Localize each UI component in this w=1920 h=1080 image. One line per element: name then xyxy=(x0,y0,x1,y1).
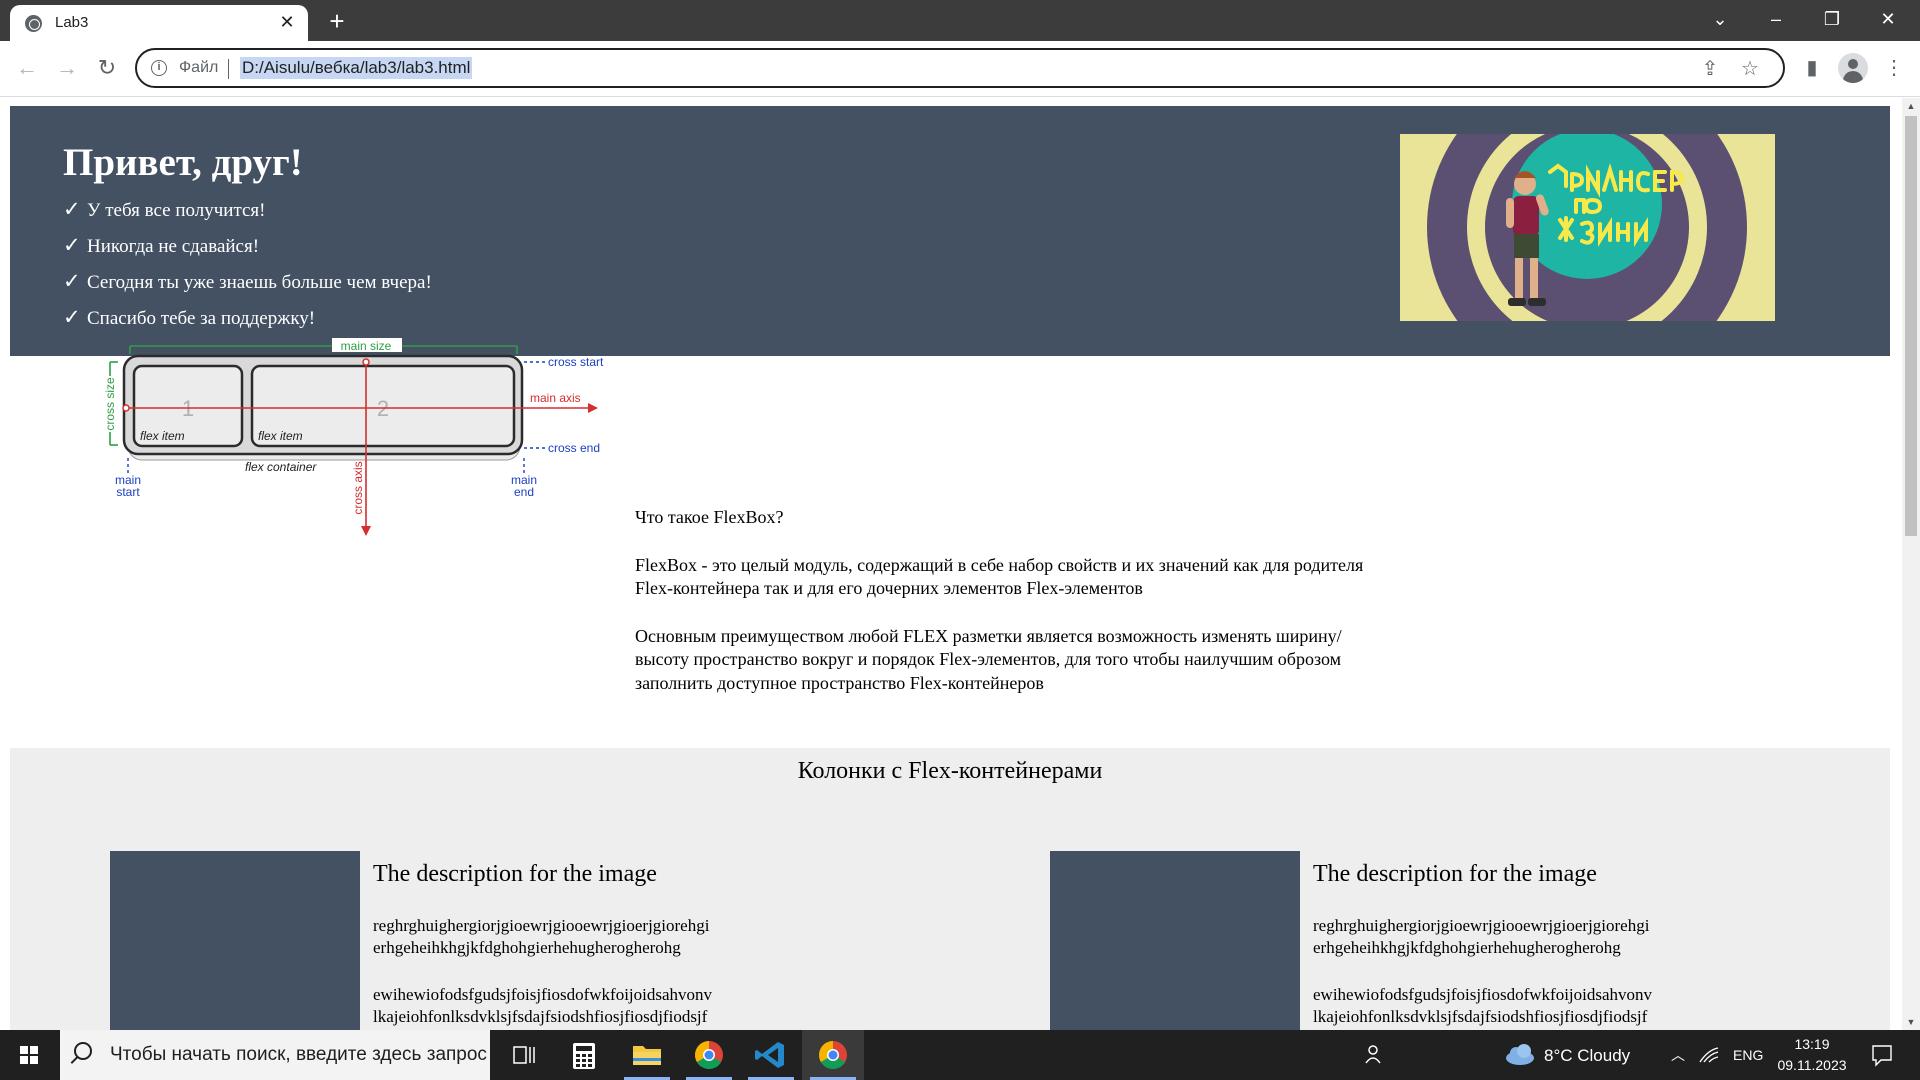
card-image xyxy=(110,851,360,1030)
flexbox-section: main size cross size 1 2 flex item flex … xyxy=(0,338,1890,748)
windows-start-icon[interactable] xyxy=(0,1030,58,1080)
chevron-up-icon[interactable]: ︿ xyxy=(1664,1030,1692,1080)
file-explorer-icon[interactable] xyxy=(616,1030,678,1080)
card-text: reghrghuighergiorjgioewrjgiooewrjgioerjg… xyxy=(373,916,710,957)
search-placeholder: Чтобы начать поиск, введите здесь запрос xyxy=(110,1044,487,1065)
column-card: The description for the image reghrghuig… xyxy=(1050,851,1902,1030)
separator xyxy=(228,59,229,79)
diagram-label: cross end xyxy=(548,441,600,455)
calculator-icon[interactable] xyxy=(556,1030,612,1080)
people-icon[interactable] xyxy=(1356,1030,1392,1080)
page-viewport: Привет, друг! ✓ У тебя все получится! ✓ Ни… xyxy=(0,98,1902,1030)
cloud-icon xyxy=(1500,1030,1542,1080)
globe-icon xyxy=(25,15,42,32)
notifications-icon[interactable] xyxy=(1862,1030,1902,1080)
diagram-label: cross start xyxy=(548,355,604,369)
hero-list-item: ✓ Никогда не сдавайся! xyxy=(63,233,260,257)
side-panel-icon[interactable]: ▮ xyxy=(1797,53,1827,83)
browser-toolbar: ← → ↻ i Файл D:/Aisulu/вебка/lab3/lab3.h… xyxy=(0,41,1920,97)
task-view-icon[interactable] xyxy=(496,1030,552,1080)
hero-banner-image xyxy=(1400,134,1775,321)
check-icon: ✓ xyxy=(63,233,81,257)
hero-section: Привет, друг! ✓ У тебя все получится! ✓ Ни… xyxy=(10,106,1890,356)
star-icon[interactable]: ☆ xyxy=(1737,56,1763,82)
diagram-label: main axis xyxy=(530,391,581,405)
reload-icon[interactable]: ↻ xyxy=(92,53,122,83)
weather-text[interactable]: 8°C Cloudy xyxy=(1544,1046,1630,1066)
vscode-icon[interactable] xyxy=(740,1030,802,1080)
card-text: ewihewiofodsfgudsjfoisjfiosdofwkfoijoids… xyxy=(373,985,713,1026)
flexbox-paragraph: FlexBox - это целый модуль, содержащий в… xyxy=(635,554,1364,599)
hero-list-item: ✓ У тебя все получится! xyxy=(63,197,266,221)
scroll-thumb[interactable] xyxy=(1905,116,1917,536)
hero-title: Привет, друг! xyxy=(63,141,303,184)
hero-list-item: ✓ Сегодня ты уже знаешь больше чем вчера! xyxy=(63,269,432,293)
card-heading: The description for the image xyxy=(1313,861,1597,887)
windows-taskbar: Чтобы начать поиск, введите здесь запрос… xyxy=(0,1030,1920,1080)
check-icon: ✓ xyxy=(63,305,81,329)
clock-date[interactable]: 09.11.2023 xyxy=(1776,1057,1848,1073)
card-text: reghrghuighergiorjgioewrjgiooewrjgioerjg… xyxy=(1313,916,1650,957)
back-icon[interactable]: ← xyxy=(12,53,42,83)
flexbox-diagram: main size cross size 1 2 flex item flex … xyxy=(102,338,604,536)
url-text[interactable]: D:/Aisulu/вебка/lab3/lab3.html xyxy=(240,57,473,79)
tab-title: Lab3 xyxy=(55,14,89,31)
flexbox-paragraph: Основным преимуществом любой FLEX размет… xyxy=(635,625,1342,693)
chrome-active-icon[interactable] xyxy=(802,1030,864,1080)
column-card: The description for the image reghrghuig… xyxy=(110,851,1010,1030)
svg-text:end: end xyxy=(514,485,534,499)
profile-icon[interactable] xyxy=(1838,53,1868,83)
search-icon xyxy=(74,1042,92,1060)
diagram-label: cross axis xyxy=(351,461,365,514)
card-text: ewihewiofodsfgudsjfoisjfiosdofwkfoijoids… xyxy=(1313,985,1653,1026)
scroll-down-icon[interactable]: ▼ xyxy=(1902,1014,1920,1030)
columns-title: Колонки с Flex-контейнерами xyxy=(797,758,1103,784)
chrome-icon[interactable] xyxy=(678,1030,740,1080)
forward-icon[interactable]: → xyxy=(52,53,82,83)
network-icon[interactable] xyxy=(1694,1030,1722,1080)
scroll-up-icon[interactable]: ▲ xyxy=(1902,98,1920,114)
card-image xyxy=(1050,851,1300,1030)
diagram-label: flex item xyxy=(140,429,185,443)
card-heading: The description for the image xyxy=(373,861,657,887)
language-indicator[interactable]: ENG xyxy=(1733,1047,1763,1063)
close-tab-icon[interactable]: ✕ xyxy=(276,11,298,33)
diagram-label: main size xyxy=(341,339,392,353)
tab-search-icon[interactable]: ⌄ xyxy=(1692,0,1748,41)
check-icon: ✓ xyxy=(63,269,81,293)
diagram-label: cross size xyxy=(103,377,117,431)
minimize-button[interactable]: – xyxy=(1748,0,1804,41)
check-icon: ✓ xyxy=(63,197,81,221)
close-window-button[interactable]: ✕ xyxy=(1860,0,1916,41)
new-tab-button[interactable]: + xyxy=(322,6,352,36)
flexbox-heading: Что такое FlexBox? xyxy=(635,507,784,527)
svg-text:start: start xyxy=(116,485,140,499)
hero-list: ✓ У тебя все получится! ✓ Никогда не сдава… xyxy=(63,197,432,341)
flexbox-text: Что такое FlexBox? FlexBox - это целый м… xyxy=(635,506,1395,719)
restore-button[interactable]: ❐ xyxy=(1804,0,1860,41)
share-icon[interactable]: ⇪ xyxy=(1697,56,1723,82)
columns-section: Колонки с Flex-контейнерами The descript… xyxy=(10,748,1890,1030)
taskbar-search-input[interactable]: Чтобы начать поиск, введите здесь запрос xyxy=(60,1030,490,1080)
diagram-label: flex container xyxy=(245,460,317,474)
tab-strip: Lab3 ✕ + ⌄ – ❐ ✕ xyxy=(0,0,1920,41)
diagram-label: flex item xyxy=(258,429,303,443)
browser-tab[interactable]: Lab3 ✕ xyxy=(10,5,308,41)
address-bar[interactable]: i Файл D:/Aisulu/вебка/lab3/lab3.html ⇪ … xyxy=(135,48,1785,88)
menu-icon[interactable]: ⋮ xyxy=(1879,53,1909,83)
info-icon[interactable]: i xyxy=(151,60,167,76)
vertical-scrollbar[interactable]: ▲ ▼ xyxy=(1902,98,1920,1030)
clock-time[interactable]: 13:19 xyxy=(1776,1036,1848,1052)
scheme-label: Файл xyxy=(179,59,219,76)
